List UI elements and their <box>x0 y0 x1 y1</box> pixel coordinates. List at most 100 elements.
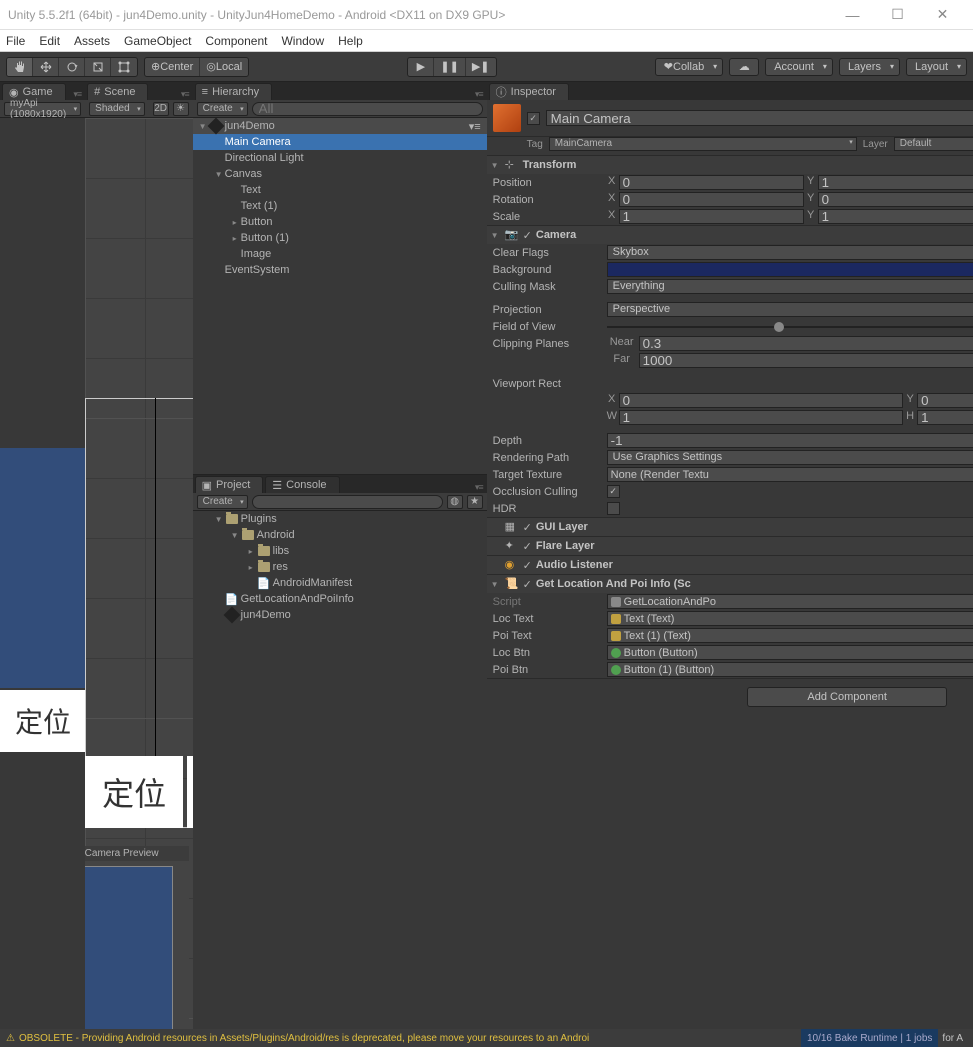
filter-icon[interactable]: ◍ <box>447 495 463 509</box>
renderpath-dropdown[interactable]: Use Graphics Settings <box>607 450 973 465</box>
project-item[interactable]: 📄GetLocationAndPoiInfo <box>193 591 487 607</box>
step-button[interactable]: ▶❚ <box>466 58 496 76</box>
pivot-local[interactable]: ◎ Local <box>200 58 248 76</box>
project-item[interactable]: ▼Android <box>193 527 487 543</box>
menu-edit[interactable]: Edit <box>39 34 60 48</box>
occlusion-checkbox[interactable]: ✓ <box>607 485 620 498</box>
project-item[interactable]: ▸libs <box>193 543 487 559</box>
script-field[interactable]: GetLocationAndPo⊙ <box>607 594 973 609</box>
hierarchy-item[interactable]: ▼Canvas <box>193 166 487 182</box>
pos-x[interactable] <box>619 175 804 190</box>
hierarchy-item[interactable]: ▸Button (1) <box>193 230 487 246</box>
account-dropdown[interactable]: Account <box>765 58 833 76</box>
menu-help[interactable]: Help <box>338 34 363 48</box>
near-field[interactable] <box>639 336 973 351</box>
panel-menu-icon[interactable]: ▾≡ <box>177 89 193 100</box>
scale-tool[interactable] <box>85 58 111 76</box>
tag-dropdown[interactable]: MainCamera <box>549 137 857 151</box>
save-search-icon[interactable]: ★ <box>467 495 483 509</box>
viewport-y[interactable] <box>917 393 973 408</box>
guilayer-header[interactable]: ▦✓GUI Layer▣⚙ <box>487 518 973 536</box>
project-item[interactable]: ▸res <box>193 559 487 575</box>
close-button[interactable]: ✕ <box>920 0 965 30</box>
tab-hierarchy[interactable]: ≡ Hierarchy <box>195 83 273 100</box>
status-warning[interactable]: ⚠OBSOLETE - Providing Android resources … <box>6 1033 801 1044</box>
gameobject-icon[interactable] <box>493 104 521 132</box>
scale-y[interactable] <box>818 209 973 224</box>
play-button[interactable]: ▶ <box>408 58 434 76</box>
viewport-x[interactable] <box>619 393 904 408</box>
cloud-button[interactable]: ☁ <box>729 58 759 76</box>
projection-dropdown[interactable]: Perspective <box>607 302 973 317</box>
rot-x[interactable] <box>619 192 804 207</box>
tab-project[interactable]: ▣ Project <box>195 476 264 493</box>
hierarchy-item[interactable]: Text <box>193 182 487 198</box>
hierarchy-item[interactable]: Text (1) <box>193 198 487 214</box>
menu-assets[interactable]: Assets <box>74 34 110 48</box>
pause-button[interactable]: ❚❚ <box>434 58 465 76</box>
scene-root[interactable]: ▼jun4Demo▾≡ <box>193 118 487 134</box>
script-header[interactable]: ▼📜✓Get Location And Poi Info (Sc▣⚙ <box>487 575 973 593</box>
panel-menu-icon[interactable]: ▾≡ <box>471 89 487 100</box>
cullingmask-dropdown[interactable]: Everything <box>607 279 973 294</box>
rotate-tool[interactable] <box>59 58 85 76</box>
tab-console[interactable]: ☰ Console <box>265 476 339 493</box>
layer-dropdown[interactable]: Default <box>894 137 973 151</box>
panel-menu-icon[interactable]: ▾≡ <box>69 89 85 100</box>
active-checkbox[interactable]: ✓ <box>527 112 540 125</box>
menu-gameobject[interactable]: GameObject <box>124 34 191 48</box>
hierarchy-item[interactable]: Main Camera <box>193 134 487 150</box>
gameobject-name-field[interactable] <box>546 110 973 126</box>
rect-tool[interactable] <box>111 58 137 76</box>
layers-dropdown[interactable]: Layers <box>839 58 900 76</box>
panel-menu-icon[interactable]: ▾≡ <box>471 482 487 493</box>
camera-header[interactable]: ▼📷 ✓ Camera ▣⚙ <box>487 226 973 244</box>
hdr-checkbox[interactable] <box>607 502 620 515</box>
hierarchy-item[interactable]: ▸Button <box>193 214 487 230</box>
camera-enabled[interactable]: ✓ <box>523 229 532 242</box>
pos-y[interactable] <box>818 175 973 190</box>
targettex-field[interactable]: None (Render Textu⊙ <box>607 467 973 482</box>
poitext-field[interactable]: Text (1) (Text)⊙ <box>607 628 973 643</box>
hierarchy-search[interactable] <box>252 102 483 116</box>
project-item[interactable]: jun4Demo <box>193 607 487 623</box>
project-search[interactable] <box>252 495 443 509</box>
scene-view[interactable]: 定位 周边 Camera Preview <box>85 118 192 1029</box>
viewport-h[interactable] <box>917 410 973 425</box>
hierarchy-create[interactable]: Create <box>197 102 248 116</box>
viewport-w[interactable] <box>619 410 904 425</box>
add-component-button[interactable]: Add Component <box>747 687 947 707</box>
lighting-toggle[interactable]: ☀ <box>173 102 189 116</box>
pivot-center[interactable]: ⊕ Center <box>145 58 200 76</box>
shaded-dropdown[interactable]: Shaded <box>89 102 144 116</box>
hierarchy-tree[interactable]: ▼jun4Demo▾≡ Main Camera Directional Ligh… <box>193 118 487 474</box>
scale-x[interactable] <box>619 209 804 224</box>
flarelayer-header[interactable]: ✦✓Flare Layer▣⚙ <box>487 537 973 555</box>
far-field[interactable] <box>639 353 973 368</box>
2d-toggle[interactable]: 2D <box>153 102 169 116</box>
tab-inspector[interactable]: ⓘ Inspector <box>489 83 569 100</box>
rot-y[interactable] <box>818 192 973 207</box>
poibtn-field[interactable]: Button (1) (Button)⊙ <box>607 662 973 677</box>
transform-header[interactable]: ▼⊹ Transform ▣⚙ <box>487 156 973 174</box>
locbtn-field[interactable]: Button (Button)⊙ <box>607 645 973 660</box>
menu-component[interactable]: Component <box>205 34 267 48</box>
hierarchy-item[interactable]: Image <box>193 246 487 262</box>
project-item[interactable]: ▼Plugins <box>193 511 487 527</box>
move-tool[interactable] <box>33 58 59 76</box>
menu-window[interactable]: Window <box>281 34 324 48</box>
minimize-button[interactable]: — <box>830 0 875 30</box>
fov-slider[interactable] <box>607 319 973 334</box>
hierarchy-item[interactable]: EventSystem <box>193 262 487 278</box>
background-color[interactable] <box>607 262 973 277</box>
loctext-field[interactable]: Text (Text)⊙ <box>607 611 973 626</box>
hand-tool[interactable] <box>7 58 33 76</box>
bake-progress[interactable]: 10/16 Bake Runtime | 1 jobs <box>801 1029 938 1047</box>
project-create[interactable]: Create <box>197 495 248 509</box>
menu-file[interactable]: File <box>6 34 25 48</box>
hierarchy-item[interactable]: Directional Light <box>193 150 487 166</box>
project-item[interactable]: 📄AndroidManifest <box>193 575 487 591</box>
layout-dropdown[interactable]: Layout <box>906 58 967 76</box>
collab-dropdown[interactable]: ❤ Collab <box>655 58 723 76</box>
maximize-button[interactable]: ☐ <box>875 0 920 30</box>
